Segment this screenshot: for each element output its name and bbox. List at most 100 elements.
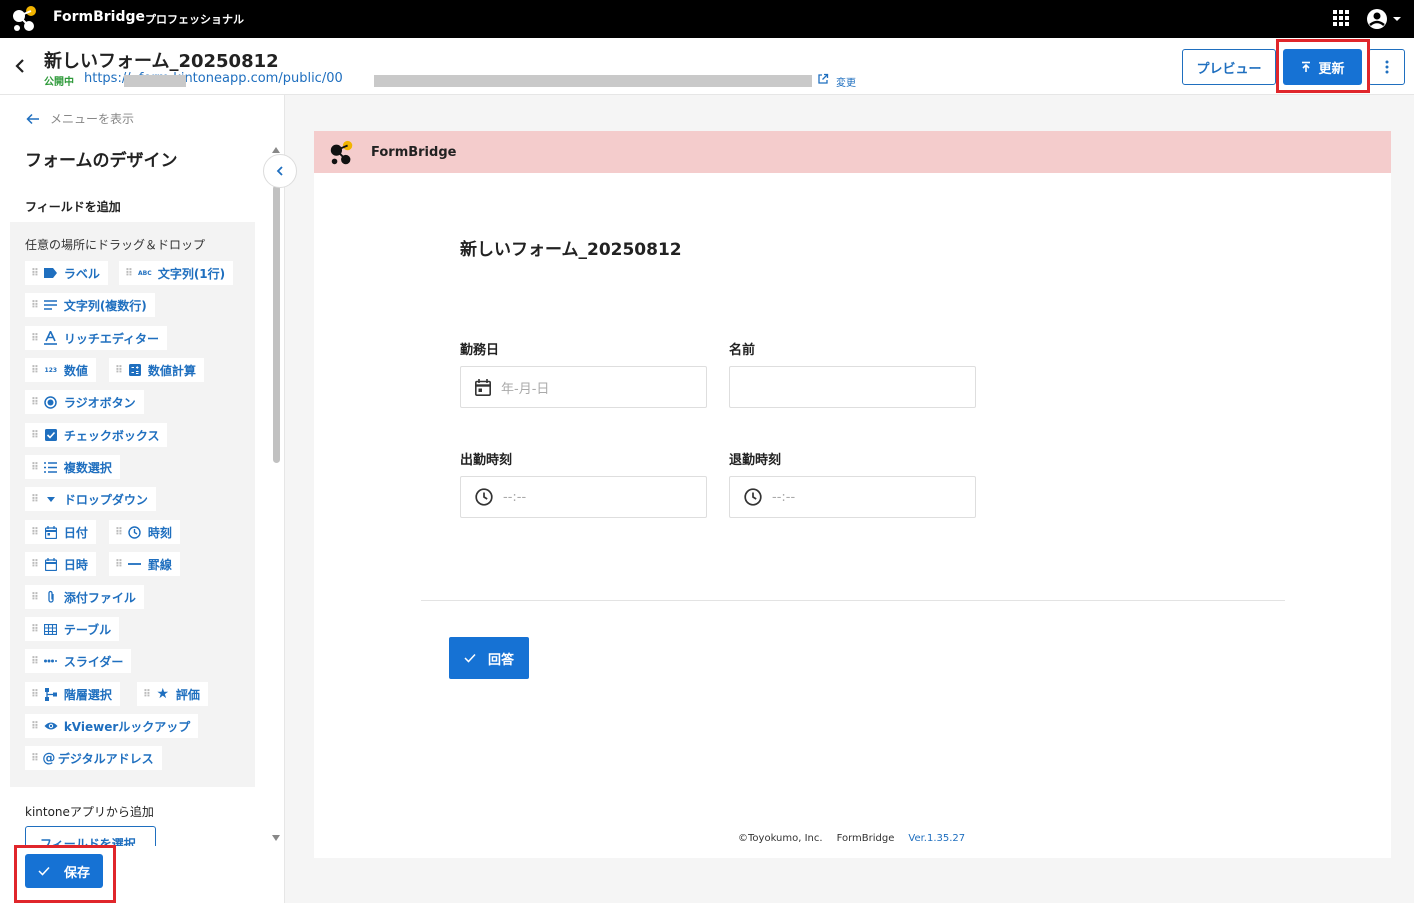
chevron-left-icon <box>276 166 283 176</box>
form-title: 新しいフォーム_20250812 <box>44 51 279 72</box>
show-menu-label: メニューを表示 <box>50 112 135 126</box>
at-icon: @ <box>42 750 56 766</box>
plan-name: プロフェッショナル <box>145 13 244 26</box>
field-chip-calculation[interactable]: ⠿ 数値計算 <box>109 358 204 382</box>
status-badge: 公開中 <box>44 77 74 88</box>
field-chip-date[interactable]: ⠿ 日付 <box>25 520 96 544</box>
field-chip-multi-line[interactable]: ⠿ 文字列(複数行) <box>25 293 155 317</box>
back-arrow-icon[interactable] <box>12 56 28 76</box>
select-field-button[interactable]: フィールドを選択 <box>25 826 156 846</box>
calendar-icon <box>44 525 58 539</box>
form-preview-canvas: FormBridge 新しいフォーム_20250812 勤務日 年-月-日 名前… <box>314 131 1391 858</box>
sidebar-scrollbar[interactable] <box>273 185 280 463</box>
drag-handle-icon[interactable]: ⠿ <box>31 268 39 279</box>
scroll-down-arrow-icon[interactable] <box>272 835 280 841</box>
drag-handle-icon[interactable]: ⠿ <box>115 365 123 376</box>
field-chip-multi-select[interactable]: ⠿ 複数選択 <box>25 455 120 479</box>
field-chip-text: 文字列(1行) <box>157 266 226 281</box>
collapse-sidebar-button[interactable] <box>263 154 297 188</box>
field-palette: 任意の場所にドラッグ＆ドロップ ⠿ ラベル ⠿ ABC 文字列(1行) ⠿ 文字列(複数… <box>10 222 255 787</box>
field-chip-dropdown[interactable]: ⠿ ドロップダウン <box>25 487 156 511</box>
footer-version-link[interactable]: Ver.1.35.27 <box>908 833 965 844</box>
external-link-icon[interactable] <box>817 73 829 85</box>
drag-handle-icon[interactable]: ⠿ <box>31 689 39 700</box>
field-chip-datetime[interactable]: ⠿ 日時 <box>25 552 96 576</box>
clock-out-input[interactable]: --:-- <box>729 476 976 518</box>
field-chip-attachment[interactable]: ⠿ 添付ファイル <box>25 585 144 609</box>
field-chip-slider[interactable]: ⠿ スライダー <box>25 649 132 673</box>
drag-handle-icon[interactable]: ⠿ <box>31 300 39 311</box>
field-chip-kviewer-lookup[interactable]: ⠿ kViewerルックアップ <box>25 714 199 738</box>
hierarchy-icon <box>44 687 58 701</box>
multiline-icon <box>44 298 58 312</box>
radio-icon <box>44 395 58 409</box>
field-label-name: 名前 <box>729 343 756 358</box>
field-chip-time[interactable]: ⠿ 時刻 <box>109 520 180 544</box>
name-input[interactable] <box>729 366 976 408</box>
drag-handle-icon[interactable]: ⠿ <box>31 559 39 570</box>
drag-handle-icon[interactable]: ⠿ <box>115 527 123 538</box>
field-chip-table[interactable]: ⠿ テーブル <box>25 617 120 641</box>
field-chip-text: 階層選択 <box>63 687 112 702</box>
field-chip-text: 数値 <box>63 363 88 378</box>
submit-answer-button[interactable]: 回答 <box>449 637 529 679</box>
drag-handle-icon[interactable]: ⠿ <box>143 689 151 700</box>
calendar-icon <box>475 378 491 396</box>
drag-handle-icon[interactable]: ⠿ <box>31 462 39 473</box>
field-chip-text: ラジオボタン <box>63 395 136 410</box>
drag-handle-icon[interactable]: ⠿ <box>31 494 39 505</box>
field-chip-text: 数値計算 <box>147 363 196 378</box>
star-icon: ★ <box>156 686 170 702</box>
field-chip-text: スライダー <box>63 654 124 669</box>
change-url-link[interactable]: 変更 <box>836 74 856 89</box>
field-label-clock-in: 出勤時刻 <box>460 453 513 468</box>
drag-handle-icon[interactable]: ⠿ <box>31 721 39 732</box>
field-chip-line[interactable]: ⠿ 罫線 <box>109 552 180 576</box>
drag-handle-icon[interactable]: ⠿ <box>31 592 39 603</box>
field-label-work-date: 勤務日 <box>460 343 500 358</box>
show-menu-link[interactable]: メニューを表示 <box>26 110 134 127</box>
clock-out-placeholder: --:-- <box>772 489 796 505</box>
drag-handle-icon[interactable]: ⠿ <box>31 430 39 441</box>
drag-handle-icon[interactable]: ⠿ <box>31 656 39 667</box>
public-url-link[interactable]: https:// .form.kintoneapp.com/public/00 <box>84 71 343 86</box>
field-chip-text: チェックボックス <box>63 428 160 443</box>
field-chip-checkbox[interactable]: ⠿ チェックボックス <box>25 423 168 447</box>
scroll-up-arrow-icon[interactable] <box>272 147 280 153</box>
drag-handle-icon[interactable]: ⠿ <box>31 397 39 408</box>
field-chip-digital-address[interactable]: ⠿ @ デジタルアドレス <box>25 746 162 770</box>
drag-handle-icon[interactable]: ⠿ <box>31 365 39 376</box>
work-date-input[interactable]: 年-月-日 <box>460 366 707 408</box>
drag-handle-icon[interactable]: ⠿ <box>31 333 39 344</box>
sidebar: メニューを表示 フォームのデザイン フィールドを追加 任意の場所にドラッグ＆ドロ… <box>0 95 297 903</box>
clock-icon <box>744 488 762 506</box>
preview-button[interactable]: プレビュー <box>1182 49 1276 85</box>
divider <box>421 600 1285 601</box>
field-chip-text: 複数選択 <box>63 460 112 475</box>
more-options-button[interactable] <box>1368 49 1405 85</box>
field-chip-text: 日時 <box>63 557 88 572</box>
highlight-box-save <box>14 845 116 903</box>
field-chip-label[interactable]: ⠿ ラベル <box>25 261 108 285</box>
clock-in-input[interactable]: --:-- <box>460 476 707 518</box>
drag-handle-icon[interactable]: ⠿ <box>31 753 39 764</box>
drag-handle-icon[interactable]: ⠿ <box>31 624 39 635</box>
field-chip-radio[interactable]: ⠿ ラジオボタン <box>25 390 144 414</box>
drag-handle-icon[interactable]: ⠿ <box>125 268 133 279</box>
field-chip-number[interactable]: ⠿ 123 数値 <box>25 358 96 382</box>
clock-icon <box>128 525 142 539</box>
drag-handle-icon[interactable]: ⠿ <box>115 559 123 570</box>
field-chip-rich-editor[interactable]: ⠿ リッチエディター <box>25 326 167 350</box>
form-heading: 新しいフォーム_20250812 <box>460 240 682 260</box>
field-chip-single-line[interactable]: ⠿ ABC 文字列(1行) <box>119 261 234 285</box>
field-chip-hierarchy[interactable]: ⠿ 階層選択 <box>25 682 120 706</box>
account-icon[interactable] <box>1366 8 1404 30</box>
highlight-box-update <box>1276 39 1370 93</box>
list-icon <box>44 460 58 474</box>
apps-grid-icon[interactable] <box>1333 10 1349 26</box>
kintone-add-heading: kintoneアプリから追加 <box>25 805 154 819</box>
field-chip-rating[interactable]: ⠿ ★ 評価 <box>137 682 208 706</box>
drag-handle-icon[interactable]: ⠿ <box>31 527 39 538</box>
field-label-clock-out: 退勤時刻 <box>729 453 782 468</box>
field-chip-text: 罫線 <box>147 557 172 572</box>
